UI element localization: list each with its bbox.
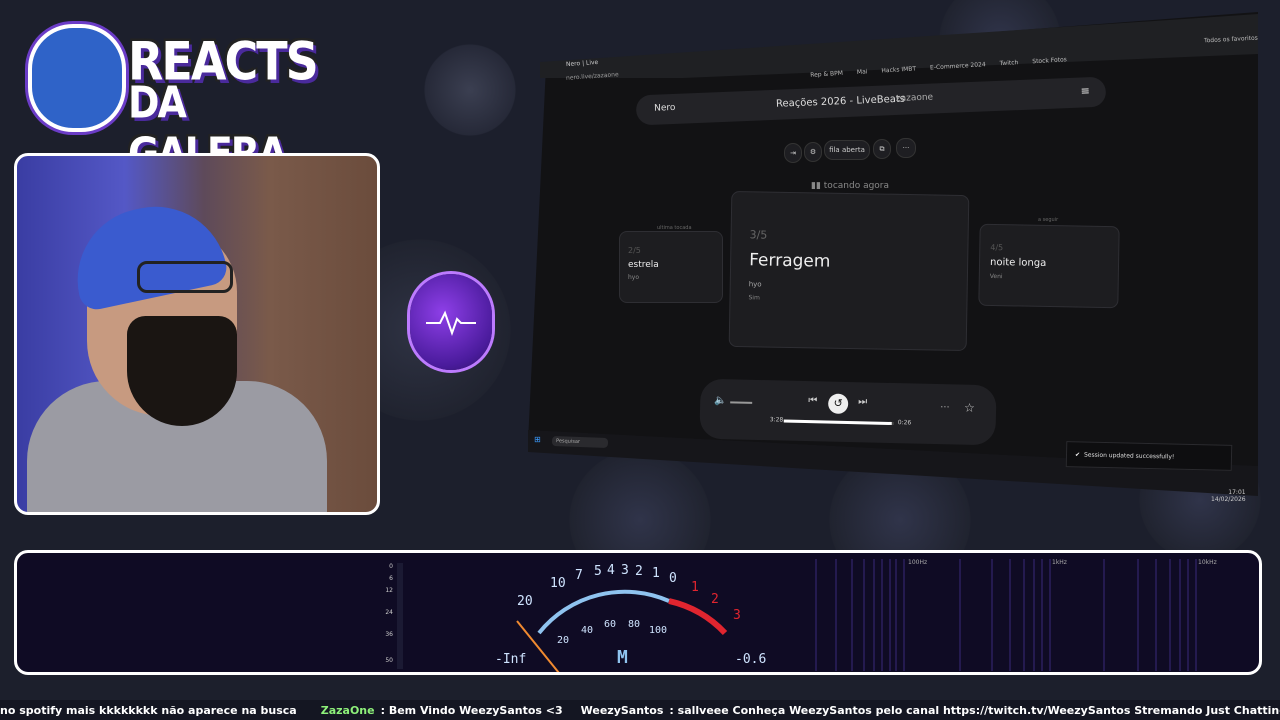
clock-time: 17:01	[1228, 489, 1246, 496]
prev-song: estrela	[628, 260, 659, 270]
next-song-card[interactable]: 4/5 noite longa Veni	[978, 223, 1120, 309]
total-time: 0:26	[897, 419, 912, 427]
exit-icon[interactable]: ⇥	[784, 143, 802, 163]
toast-text: Session updated successfully!	[1083, 451, 1175, 461]
ticker-message: : Bem Vindo WeezySantos <3	[380, 703, 563, 717]
taskbar-search[interactable]: Pesquisar	[551, 436, 609, 448]
meter-label: 24	[385, 609, 393, 616]
now-playing-label: ▮▮ tocando agora	[811, 181, 890, 191]
prev-index: 2/5	[628, 246, 641, 255]
meter-label: 36	[385, 631, 393, 638]
vu-inner-tick: 40	[581, 625, 593, 636]
vu-inner-tick: 100	[649, 625, 667, 636]
meter-label: 50	[385, 657, 393, 664]
current-artist: hyo	[748, 280, 762, 289]
chat-username: WeezySantos	[580, 703, 664, 717]
session-title: Reações 2026 - LiveBeats	[775, 93, 906, 110]
channel-logo: REACTS DA GALERA	[28, 18, 319, 179]
queue-button[interactable]: fila aberta	[824, 140, 870, 160]
vu-right-value: -0.6	[735, 652, 766, 667]
webcam-frame	[14, 153, 380, 515]
spectrum-grid	[815, 559, 1197, 671]
more-icon[interactable]: ···	[896, 138, 916, 158]
session-user: zazaone	[895, 92, 934, 104]
link-icon[interactable]: ⧉	[873, 139, 891, 159]
gear-icon[interactable]: ⚙	[804, 142, 822, 162]
check-icon: ✔	[1074, 450, 1081, 458]
vu-tick: 2	[635, 564, 643, 579]
prev-song-card[interactable]: 2/5 estrela hyo	[619, 231, 723, 303]
vu-tick: 7	[575, 568, 583, 583]
person-glasses	[137, 261, 233, 293]
bookmark-item[interactable]: Mai	[857, 68, 868, 76]
next-icon[interactable]: ⏭	[858, 396, 867, 407]
level-meter: 0 6 12 24 36 50	[377, 559, 407, 669]
volume-slider[interactable]	[730, 401, 753, 404]
vu-tick-red: 2	[711, 592, 719, 607]
meter-label: 0	[389, 563, 393, 570]
player-bar: 🔈 ⏮ ↺ ⏭ 3:28 0:26 ··· ☆	[699, 378, 997, 446]
next-song: noite longa	[989, 256, 1047, 269]
windows-icon[interactable]: ⊞	[534, 435, 541, 444]
next-artist: Veni	[989, 272, 1003, 281]
current-index: 3/5	[749, 228, 768, 242]
current-extra: Sim	[748, 294, 760, 302]
spectrum-analyzer: 100Hz 1kHz 10kHz	[812, 559, 1257, 671]
vu-tick: 5	[594, 564, 602, 579]
app-name[interactable]: Nero	[654, 103, 676, 114]
vu-meter: 20 10 7 5 4 3 2 1 0 1 2 3 20 40 60 80 10…	[495, 563, 766, 672]
chat-username: ZazaOne	[320, 703, 375, 717]
clock-date: 14/02/2026	[1211, 496, 1246, 503]
person-beard	[127, 316, 237, 426]
vu-tick: 3	[621, 563, 629, 578]
vu-mode: M	[617, 647, 628, 668]
prev-artist: hyo	[628, 274, 640, 281]
vu-left-value: -Inf	[495, 652, 526, 667]
next-index: 4/5	[990, 242, 1004, 253]
toast-notification: ✔ Session updated successfully!	[1065, 441, 1233, 471]
vu-tick: 1	[652, 566, 660, 581]
audio-meter-panel: 0 6 12 24 36 50 20 10 7 5 4 3 2 1 0 1 2 …	[14, 550, 1262, 675]
vu-inner-tick: 60	[604, 619, 616, 630]
ticker-message: : sallveee Conheça WeezySantos pelo cana…	[669, 703, 1280, 717]
previous-icon[interactable]: ⏮	[808, 395, 817, 406]
bookmark-item[interactable]: Twitch	[999, 59, 1018, 67]
vu-tick: 20	[517, 594, 533, 609]
progress-bar[interactable]	[783, 419, 894, 426]
taskbar-clock: 17:01 14/02/2026	[1211, 489, 1246, 503]
meter-label: 12	[385, 587, 393, 594]
current-song: Ferragem	[748, 250, 831, 272]
replay-icon[interactable]: ↺	[827, 393, 849, 414]
more-options-icon[interactable]: ···	[940, 402, 950, 413]
next-caption: a seguir	[1038, 217, 1059, 223]
astronaut-mascot	[28, 24, 126, 132]
vu-tick: 0	[669, 571, 677, 586]
star-icon[interactable]: ☆	[964, 401, 975, 415]
elapsed-time: 3:28	[769, 416, 784, 424]
vu-inner-tick: 20	[557, 635, 569, 646]
meter-bar	[397, 563, 403, 669]
vu-tick-red: 1	[691, 580, 699, 595]
vu-tick-red: 3	[733, 608, 741, 623]
chat-ticker: no spotify mais kkkkkkkk não aparece na …	[0, 700, 1280, 720]
ticker-message: no spotify mais kkkkkkkk não aparece na …	[0, 703, 297, 717]
volume-icon[interactable]: 🔈	[714, 395, 727, 406]
pulse-icon	[410, 274, 492, 370]
vu-tick: 4	[607, 563, 615, 578]
meter-label: 6	[389, 575, 393, 582]
vu-tick: 10	[550, 576, 566, 591]
current-song-card[interactable]: 3/5 Ferragem hyo Sim	[728, 190, 970, 352]
menu-icon[interactable]: ≡	[1080, 84, 1090, 97]
vu-inner-tick: 80	[628, 619, 640, 630]
